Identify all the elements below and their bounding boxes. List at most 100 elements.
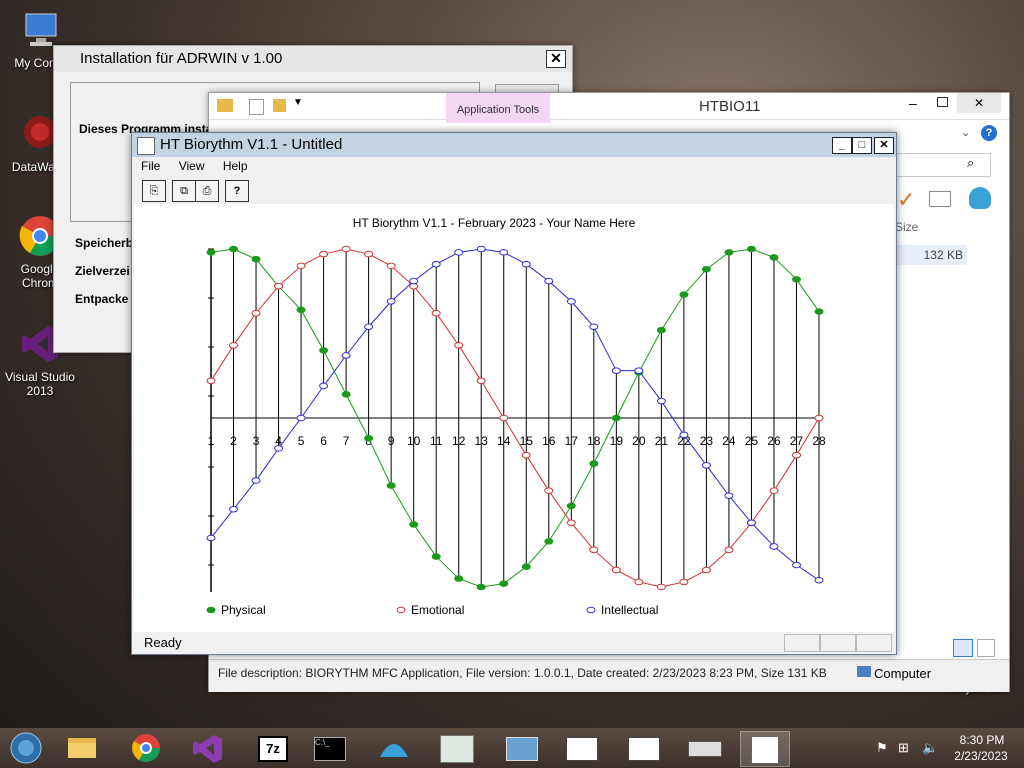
chart-title: HT Biorythm V1.1 - February 2023 - Your …	[353, 216, 636, 230]
x-tick-label: 16	[542, 434, 556, 448]
x-tick-label: 18	[587, 434, 601, 448]
visual-studio-icon[interactable]	[184, 731, 232, 765]
data-point-physical	[476, 583, 486, 591]
maximize-button[interactable]: □	[852, 137, 872, 154]
chevron-down-icon[interactable]: ⌄	[961, 126, 970, 139]
data-point-physical	[206, 249, 216, 256]
data-point-physical	[791, 276, 801, 283]
biorythm-window[interactable]: HT Biorythm V1.1 - Untitled _ □ ✕ File V…	[131, 132, 897, 655]
print-icon[interactable]: ⎙	[195, 180, 219, 202]
close-button[interactable]: ✕	[874, 137, 894, 154]
shell-icon	[969, 187, 991, 209]
chrome-icon[interactable]	[122, 731, 170, 765]
menu-help[interactable]: Help	[223, 159, 248, 173]
cmd-icon[interactable]: C:\_	[304, 731, 352, 765]
menu-view[interactable]: View	[179, 159, 205, 173]
help-icon[interactable]: ?	[981, 125, 997, 141]
data-point-intellectual	[521, 260, 531, 268]
close-button[interactable]: ✕	[957, 93, 1001, 113]
data-point-emotional	[566, 519, 576, 527]
maximize-button[interactable]	[937, 97, 948, 107]
data-point-intellectual	[566, 298, 576, 305]
copy-icon[interactable]: ⧉	[172, 180, 196, 202]
data-point-physical	[611, 414, 621, 422]
flag-icon[interactable]: ⚑	[876, 740, 888, 756]
mail-icon	[929, 191, 951, 207]
start-button[interactable]	[4, 731, 52, 765]
minimize-button[interactable]: _	[832, 137, 852, 154]
chevron-down-icon[interactable]: ▼	[293, 97, 303, 108]
x-tick-label: 24	[722, 434, 736, 448]
data-point-physical	[544, 538, 554, 545]
data-point-intellectual	[544, 277, 554, 285]
data-point-emotional	[791, 451, 801, 459]
app-window-icon-2[interactable]	[618, 731, 666, 765]
ribbon-tab-application-tools[interactable]: Application Tools	[446, 93, 550, 123]
search-icon[interactable]: ⌕	[967, 155, 974, 171]
menu-file[interactable]: File	[141, 159, 160, 173]
large-icons-view-button[interactable]	[977, 639, 995, 657]
x-tick-label: 6	[320, 434, 327, 448]
status-bar: Ready	[134, 633, 894, 653]
network-icon[interactable]: ⊞	[898, 740, 909, 756]
installer-label-target: Zielverzei	[75, 264, 130, 278]
data-point-intellectual	[611, 367, 621, 374]
clock-time[interactable]: 8:30 PM	[956, 733, 1008, 747]
x-tick-label: 28	[812, 434, 826, 448]
column-header-size[interactable]: Size	[895, 220, 918, 234]
x-tick-label: 11	[430, 434, 443, 448]
data-point-intellectual	[296, 414, 306, 422]
data-point-emotional	[521, 451, 531, 459]
status-pane	[856, 634, 892, 652]
7zip-icon[interactable]: 7z	[246, 731, 294, 765]
data-point-intellectual	[229, 505, 239, 513]
shell-icon[interactable]	[370, 731, 418, 765]
data-point-physical	[454, 575, 464, 582]
data-point-emotional	[386, 262, 396, 270]
chart-area: HT Biorythm V1.1 - February 2023 - Your …	[134, 204, 894, 632]
installer-close-button[interactable]: ✕	[546, 50, 566, 68]
x-tick-label: 12	[452, 434, 466, 448]
data-point-intellectual	[364, 323, 374, 331]
x-tick-label: 7	[343, 434, 350, 448]
new-icon[interactable]: ⎘	[142, 180, 166, 202]
data-point-physical	[251, 255, 261, 263]
vcdic-icon[interactable]	[430, 731, 478, 765]
x-tick-label: 9	[388, 434, 395, 448]
properties-icon[interactable]	[249, 99, 264, 115]
x-tick-label: 2	[230, 434, 237, 448]
search-box[interactable]	[889, 153, 991, 177]
data-point-intellectual	[634, 367, 644, 374]
data-point-emotional	[296, 262, 306, 270]
explorer-title: HTBIO11	[699, 98, 761, 115]
details-view-button[interactable]	[953, 639, 973, 657]
data-point-emotional	[656, 583, 666, 591]
minimize-button[interactable]: –	[909, 95, 923, 111]
biorythm-titlebar[interactable]: HT Biorythm V1.1 - Untitled _ □ ✕	[132, 133, 896, 157]
app-window-icon[interactable]	[556, 731, 604, 765]
file-explorer-icon[interactable]	[58, 731, 106, 765]
clock-date[interactable]: 2/23/2023	[950, 749, 1012, 763]
image-viewer-icon[interactable]	[496, 731, 544, 765]
data-point-physical	[341, 391, 351, 398]
installer-titlebar[interactable]: Installation für ADRWIN v 1.00 ✕	[54, 46, 572, 72]
data-point-emotional	[341, 245, 351, 253]
help-icon[interactable]: ?	[225, 180, 249, 202]
biorythm-title: HT Biorythm V1.1 - Untitled	[160, 136, 343, 153]
data-point-intellectual	[386, 298, 396, 305]
data-point-physical	[746, 245, 756, 253]
biorythm-taskbar-icon[interactable]	[740, 731, 790, 767]
x-tick-label: 25	[745, 434, 759, 448]
x-tick-label: 21	[655, 434, 669, 448]
new-folder-icon[interactable]	[273, 99, 286, 112]
data-point-emotional	[364, 250, 374, 258]
data-point-emotional	[319, 250, 329, 258]
explorer-titlebar[interactable]: ▼ Application Tools HTBIO11 – ✕	[209, 93, 1009, 123]
data-point-emotional	[499, 414, 509, 422]
installer-label-unpack: Entpacke	[75, 292, 129, 306]
data-point-physical	[319, 347, 329, 354]
data-point-emotional	[814, 414, 824, 422]
volume-icon[interactable]: 🔈	[922, 740, 938, 756]
x-tick-label: 23	[700, 434, 714, 448]
drive-icon[interactable]	[680, 731, 728, 765]
